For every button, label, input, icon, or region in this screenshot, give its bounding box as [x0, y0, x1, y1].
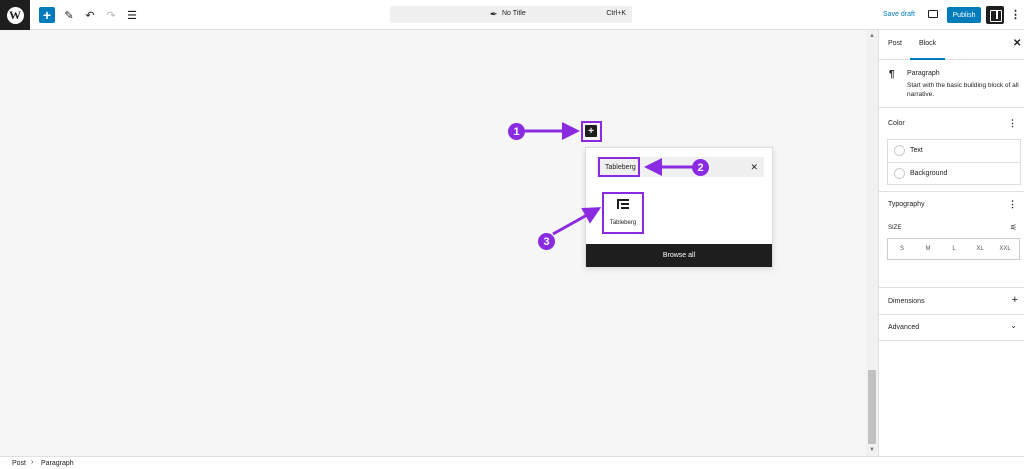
list-view-icon: ☰: [127, 9, 137, 22]
block-card-description: Start with the basic building block of a…: [907, 82, 1019, 98]
dimensions-panel[interactable]: Dimensions +: [879, 288, 1024, 315]
clear-search-icon[interactable]: ✕: [750, 162, 758, 173]
scrollbar-thumb[interactable]: [868, 370, 876, 444]
options-menu-icon[interactable]: ⋮: [1010, 9, 1021, 21]
size-option-s[interactable]: S: [892, 246, 912, 252]
typography-options-icon[interactable]: ⋮: [1008, 199, 1017, 210]
block-breadcrumb: Post › Paragraph: [0, 456, 1024, 469]
block-inserter-toggle-button[interactable]: +: [39, 7, 55, 23]
pencil-icon: ✎: [64, 9, 74, 22]
save-draft-button[interactable]: Save draft: [883, 11, 915, 18]
step-badge-2: 2: [692, 159, 709, 176]
document-title: No Title: [502, 10, 526, 17]
undo-button[interactable]: ↶: [82, 7, 98, 23]
color-options-icon[interactable]: ⋮: [1008, 118, 1017, 129]
color-panel: Color ⋮ Text Background: [879, 108, 1024, 192]
redo-button[interactable]: ↷: [103, 7, 119, 23]
step-badge-3: 3: [538, 233, 555, 250]
tab-post[interactable]: Post: [888, 40, 902, 47]
chevron-down-icon[interactable]: ⌄: [1010, 321, 1017, 330]
text-color-swatch: [894, 145, 905, 156]
annotation-highlight-2: [598, 157, 640, 177]
advanced-panel-title: Advanced: [888, 324, 920, 331]
block-card: ¶ Paragraph Start with the basic buildin…: [879, 60, 1024, 108]
background-color-swatch: [894, 168, 905, 179]
size-option-m[interactable]: M: [918, 246, 938, 252]
settings-sidebar: Post Block ✕ ¶ Paragraph Start with the …: [878, 30, 1024, 456]
settings-sidebar-toggle[interactable]: [986, 6, 1004, 24]
list-view-button[interactable]: ☰: [124, 7, 140, 23]
scroll-up-icon[interactable]: ▲: [869, 33, 875, 39]
close-icon[interactable]: ✕: [1013, 38, 1021, 49]
breadcrumb-post[interactable]: Post: [12, 460, 26, 467]
sidebar-tabs: Post Block ✕: [879, 30, 1024, 60]
breadcrumb-paragraph[interactable]: Paragraph: [41, 460, 74, 467]
wordpress-logo-icon: W: [6, 6, 24, 24]
editor-header: W + ✎ ↶ ↷ ☰ ✒ No Title Ctrl+K Save draft…: [0, 0, 1024, 30]
plus-icon: +: [42, 7, 52, 23]
dimensions-panel-title: Dimensions: [888, 298, 925, 305]
device-preview-icon[interactable]: [928, 10, 938, 18]
quick-inserter-popover: Tableberg ✕ Tableberg Browse all: [585, 147, 773, 267]
typography-panel: Typography ⋮ SIZE ⚟ S M L XL XXL: [879, 192, 1024, 288]
scroll-down-icon[interactable]: ▼: [869, 447, 875, 453]
browse-all-button[interactable]: Browse all: [586, 244, 772, 267]
add-dimension-icon[interactable]: +: [1012, 294, 1018, 306]
command-shortcut: Ctrl+K: [606, 10, 626, 17]
color-settings-box: Text Background: [887, 139, 1021, 185]
typography-panel-title: Typography: [888, 201, 925, 208]
custom-size-icon[interactable]: ⚟: [1010, 223, 1017, 232]
canvas-scrollbar[interactable]: ▲ ▼: [866, 30, 878, 456]
document-title-bar[interactable]: ✒ No Title Ctrl+K: [390, 6, 632, 23]
color-text-item[interactable]: Text: [888, 140, 1020, 162]
color-panel-title: Color: [888, 120, 905, 127]
size-option-xxl[interactable]: XXL: [995, 246, 1015, 252]
font-size-label: SIZE: [888, 225, 902, 231]
undo-icon: ↶: [85, 9, 95, 22]
tools-button[interactable]: ✎: [61, 7, 77, 23]
annotation-highlight-1: [581, 121, 602, 142]
publish-button[interactable]: Publish: [947, 7, 981, 23]
feather-icon: ✒: [490, 9, 498, 19]
redo-icon: ↷: [106, 9, 116, 22]
wordpress-logo-button[interactable]: W: [0, 0, 30, 30]
color-background-item[interactable]: Background: [888, 162, 1020, 184]
block-card-title: Paragraph: [907, 70, 940, 77]
font-size-picker: S M L XL XXL: [887, 238, 1020, 260]
size-option-l[interactable]: L: [944, 246, 964, 252]
advanced-panel[interactable]: Advanced ⌄: [879, 315, 1024, 341]
color-background-label: Background: [910, 170, 948, 177]
step-badge-1: 1: [508, 123, 525, 140]
annotation-highlight-3: [602, 192, 644, 234]
size-option-xl[interactable]: XL: [970, 246, 990, 252]
tab-block[interactable]: Block: [919, 40, 936, 47]
paragraph-icon: ¶: [889, 69, 895, 80]
breadcrumb-separator: ›: [31, 459, 34, 466]
color-text-label: Text: [910, 147, 923, 154]
